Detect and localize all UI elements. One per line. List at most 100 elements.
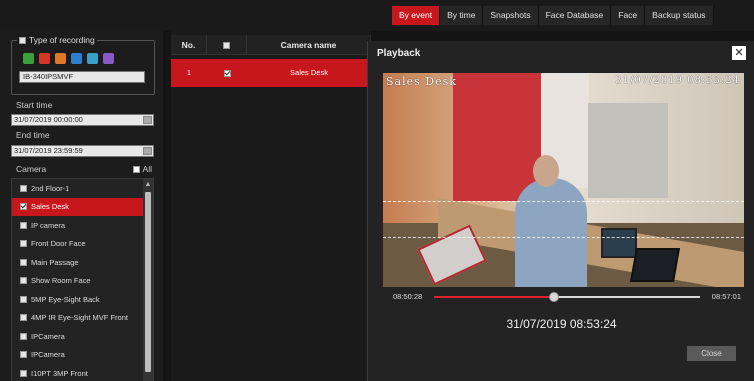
col-no-header: No. [171,35,207,55]
close-button[interactable]: Close [687,346,736,361]
camera-list: 2nd Floor-1 Sales Desk IP camera Front Door… [11,178,154,381]
camera-checkbox[interactable] [20,351,27,359]
camera-checkbox[interactable] [20,184,27,192]
camera-item-label: Sales Desk [31,202,69,212]
table-header: No. Camera name [171,35,371,55]
camera-checkbox[interactable] [20,221,27,229]
top-bar: By event By time Snapshots Face Database Fac… [0,0,754,31]
camera-checkbox[interactable] [20,258,27,266]
row-number: 1 [186,68,192,77]
col-check-header[interactable] [207,35,247,55]
timeline-progress [434,296,554,298]
tab-face-database[interactable]: Face Database [538,6,612,25]
video-scene-window [588,103,668,198]
camera-header: Camera All [16,164,152,176]
overlay-line [383,201,744,202]
timeline-handle[interactable] [548,292,559,302]
camera-item[interactable]: Main Passage [12,253,153,272]
video-scene-monitor-2 [630,248,680,282]
smart-record-icon[interactable] [87,53,98,64]
tab-bar: By event By time Snapshots Face Database Fac… [392,6,714,25]
camera-item-label: IPCamera [31,331,65,341]
camera-item[interactable]: 2nd Floor-1 [12,179,153,198]
start-time-field[interactable]: 31/07/2019 00:00:00 [11,114,154,126]
row-camera-name: Sales Desk [290,68,328,77]
tab-by-event[interactable]: By event [392,6,441,25]
calendar-icon[interactable] [143,147,152,155]
camera-item[interactable]: 5MP Eye-Sight Back [12,290,153,309]
video-overlay-time: 31/07/2019 08:53:24 [615,75,740,86]
camera-item-label: Main Passage [31,257,79,267]
camera-item[interactable]: I10PT 3MP Front [12,364,153,381]
col-name-header: Camera name [247,35,371,55]
recording-type-label: Type of recording [29,35,95,45]
general-record-icon[interactable] [23,53,34,64]
close-icon[interactable]: ✕ [732,46,746,60]
select-all-cameras[interactable]: All [132,164,152,174]
playback-timeline[interactable]: 08:50:28 08:57:01 [383,291,744,303]
camera-checkbox[interactable] [20,203,27,211]
camera-item-label: 5MP Eye-Sight Back [31,294,100,304]
scroll-up-icon[interactable]: ▲ [144,181,152,189]
tab-face[interactable]: Face [611,6,646,25]
scroll-thumb[interactable] [145,192,151,372]
end-time-label: End time [16,130,50,140]
video-scene-monitor [601,228,637,258]
camera-item[interactable]: Front Door Face [12,235,153,254]
video-scene-banner [453,73,543,201]
video-scene-person [515,178,587,287]
playback-dialog: Playback ✕ Sales Desk 31/07/2019 08:53:2… [367,41,754,381]
results-table: No. Camera name 1 Sales Desk [171,31,371,381]
recording-type-group: Type of recording IB-340IPSMVF [11,35,155,95]
camera-item[interactable]: Sales Desk [12,197,153,216]
camera-checkbox[interactable] [20,240,27,248]
all-label: All [142,164,152,174]
camera-item[interactable]: IPCamera [12,346,153,365]
camera-checkbox[interactable] [20,277,27,285]
video-player[interactable]: Sales Desk 31/07/2019 08:53:24 [383,73,744,287]
camera-list-scrollbar[interactable]: ▲ [143,179,153,381]
camera-item[interactable]: Show Room Face [12,272,153,291]
start-time-value: 31/07/2019 00:00:00 [14,115,83,124]
camera-item[interactable]: IPCamera [12,327,153,346]
camera-item[interactable]: IP camera [12,216,153,235]
camera-checkbox[interactable] [20,295,27,303]
row-check-cell[interactable] [207,59,247,87]
dialog-title: Playback [377,48,421,59]
sensor-record-icon[interactable] [71,53,82,64]
alarm-record-icon[interactable] [39,53,50,64]
face-record-icon[interactable] [103,53,114,64]
camera-item-label: Front Door Face [31,239,86,249]
camera-checkbox[interactable] [20,332,27,340]
calendar-icon[interactable] [143,116,152,124]
end-time-value: 31/07/2019 23:59:59 [14,146,83,155]
tab-backup-status[interactable]: Backup status [645,6,714,25]
motion-record-icon[interactable] [55,53,66,64]
camera-checkbox[interactable] [20,314,27,322]
video-scene-head [533,155,559,187]
timeline-track[interactable] [434,292,700,302]
all-checkbox[interactable] [132,165,140,173]
camera-item-label: Show Room Face [31,276,91,286]
start-time-label: Start time [16,100,53,110]
camera-item-label: 2nd Floor-1 [31,183,70,193]
camera-item-label: 4MP IR Eye-Sight MVF Front [31,313,128,323]
tab-by-time[interactable]: By time [440,6,484,25]
overlay-line [383,237,744,238]
row-checkbox[interactable] [223,69,231,77]
camera-checkbox[interactable] [20,369,27,377]
record-type-icons [23,53,114,64]
camera-label: Camera [16,164,47,174]
camera-item-label: IPCamera [31,350,65,360]
video-overlay-name: Sales Desk [386,75,457,88]
tab-snapshots[interactable]: Snapshots [483,6,539,25]
recording-type-checkbox[interactable] [19,36,26,44]
device-select[interactable]: IB-340IPSMVF [19,71,145,83]
end-time-field[interactable]: 31/07/2019 23:59:59 [11,145,154,157]
current-time: 31/07/2019 08:53:24 [506,317,617,331]
camera-item[interactable]: 4MP IR Eye-Sight MVF Front [12,309,153,328]
table-row[interactable]: 1 Sales Desk [171,59,371,87]
timeline-end: 08:57:01 [711,292,741,301]
header-checkbox[interactable] [223,42,230,50]
camera-item-label: I10PT 3MP Front [31,368,88,378]
